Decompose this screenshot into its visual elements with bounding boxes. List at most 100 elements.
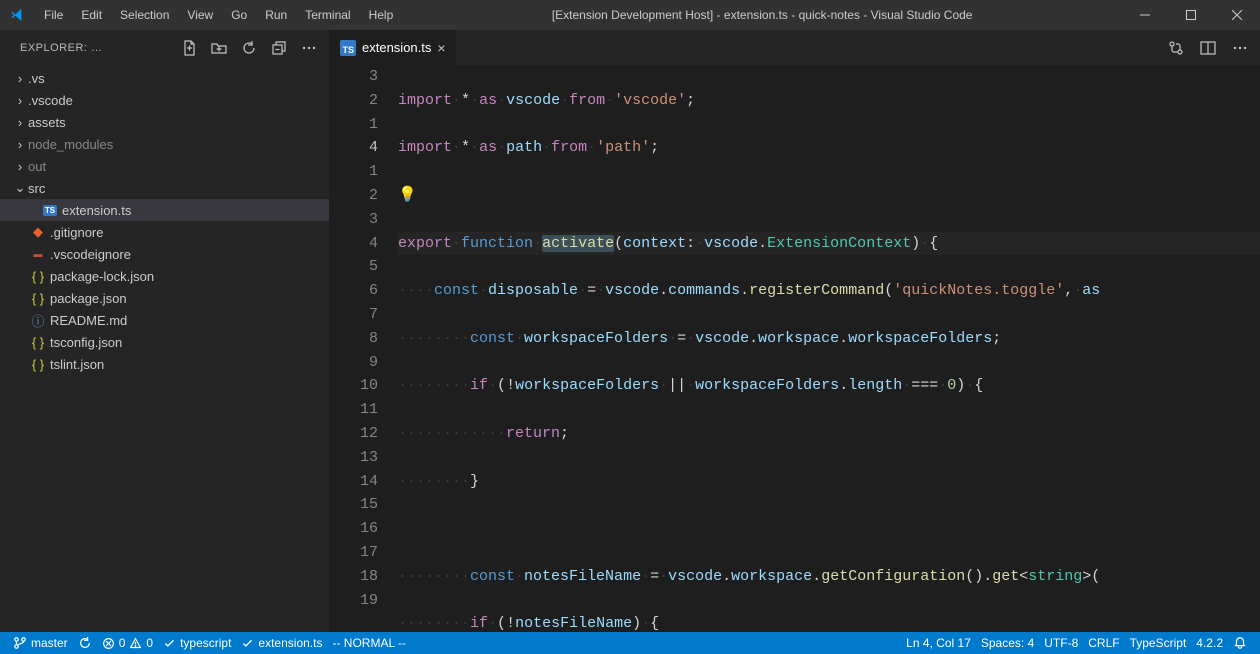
tree-item-label: assets xyxy=(28,115,66,130)
tree-item-label: src xyxy=(28,181,45,196)
menu-file[interactable]: File xyxy=(35,0,72,30)
tree-item-README-md[interactable]: ⓘREADME.md xyxy=(0,309,329,331)
chevron-icon: › xyxy=(12,159,28,174)
sb-sync[interactable] xyxy=(73,632,97,654)
sb-notifications-icon[interactable] xyxy=(1228,632,1252,654)
refresh-icon[interactable] xyxy=(241,40,257,56)
split-editor-icon[interactable] xyxy=(1200,40,1216,56)
sb-warnings: 0 xyxy=(146,636,153,650)
window-controls xyxy=(1122,0,1260,30)
json-icon: { } xyxy=(28,357,48,372)
tree-item--vs[interactable]: ›.vs xyxy=(0,67,329,89)
ignore-icon: ▬ xyxy=(28,249,48,259)
tree-item-out[interactable]: ›out xyxy=(0,155,329,177)
chevron-icon: › xyxy=(12,115,28,130)
window-title: [Extension Development Host] - extension… xyxy=(402,8,1122,22)
statusbar: master 0 0 typescript extension.ts -- NO… xyxy=(0,632,1260,654)
chevron-icon: ⌄ xyxy=(12,180,28,196)
sb-encoding[interactable]: UTF-8 xyxy=(1039,632,1083,654)
menu-bar: File Edit Selection View Go Run Terminal… xyxy=(35,0,402,30)
tree-item-extension-ts[interactable]: TSextension.ts xyxy=(0,199,329,221)
tree-item-label: package.json xyxy=(50,291,127,306)
sb-version[interactable]: 4.2.2 xyxy=(1191,632,1228,654)
tree-item-label: .gitignore xyxy=(50,225,103,240)
main-area: EXPLORER: … ›.vs›.vscode›assets› xyxy=(0,30,1260,632)
tree-item--gitignore[interactable]: ◆.gitignore xyxy=(0,221,329,243)
sb-language[interactable]: TypeScript xyxy=(1125,632,1192,654)
tree-item-tslint-json[interactable]: { }tslint.json xyxy=(0,353,329,375)
tree-item-label: tslint.json xyxy=(50,357,104,372)
sb-position[interactable]: Ln 4, Col 17 xyxy=(901,632,976,654)
tree-item-label: .vscode xyxy=(28,93,73,108)
sb-tscheck[interactable]: typescript xyxy=(158,632,236,654)
vscode-logo-icon xyxy=(0,7,35,23)
menu-help[interactable]: Help xyxy=(360,0,403,30)
editor-tabs: TS extension.ts × xyxy=(330,30,1260,65)
selected-word: activate xyxy=(542,235,614,252)
editor-area: TS extension.ts × 3214123456789101112131… xyxy=(330,30,1260,632)
tree-item-label: package-lock.json xyxy=(50,269,154,284)
more-icon[interactable] xyxy=(301,40,317,56)
sb-branch[interactable]: master xyxy=(8,632,73,654)
collapse-all-icon[interactable] xyxy=(271,40,287,56)
explorer-sidebar: EXPLORER: … ›.vs›.vscode›assets› xyxy=(0,30,330,632)
tree-item-node_modules[interactable]: ›node_modules xyxy=(0,133,329,155)
chevron-icon: › xyxy=(12,71,28,86)
explorer-header: EXPLORER: … xyxy=(0,30,329,65)
tree-item-label: .vscodeignore xyxy=(50,247,131,262)
menu-view[interactable]: View xyxy=(178,0,222,30)
git-icon: ◆ xyxy=(28,224,48,240)
line-gutter: 321412345678910111213141516171819 xyxy=(330,65,398,632)
tab-extension-ts[interactable]: TS extension.ts × xyxy=(330,30,457,65)
chevron-icon: › xyxy=(12,137,28,152)
maximize-button[interactable] xyxy=(1168,0,1214,30)
menu-selection[interactable]: Selection xyxy=(111,0,178,30)
sb-extcheck-label: extension.ts xyxy=(258,636,322,650)
tree-item-package-json[interactable]: { }package.json xyxy=(0,287,329,309)
menu-edit[interactable]: Edit xyxy=(72,0,111,30)
tree-item-label: .vs xyxy=(28,71,45,86)
compare-changes-icon[interactable] xyxy=(1168,40,1184,56)
sb-errors: 0 xyxy=(119,636,126,650)
info-icon: ⓘ xyxy=(28,311,48,330)
menu-run[interactable]: Run xyxy=(256,0,296,30)
tree-item-label: README.md xyxy=(50,313,127,328)
sb-tscheck-label: typescript xyxy=(180,636,231,650)
new-file-icon[interactable] xyxy=(181,40,197,56)
editor-actions xyxy=(1156,30,1260,65)
json-icon: { } xyxy=(28,269,48,284)
menu-terminal[interactable]: Terminal xyxy=(296,0,359,30)
tree-item-assets[interactable]: ›assets xyxy=(0,111,329,133)
chevron-icon: › xyxy=(12,93,28,108)
close-button[interactable] xyxy=(1214,0,1260,30)
tree-item--vscode[interactable]: ›.vscode xyxy=(0,89,329,111)
sb-problems[interactable]: 0 0 xyxy=(97,632,158,654)
typescript-icon: TS xyxy=(340,40,356,56)
code-content[interactable]: import·*·as·vscode·from·'vscode'; import… xyxy=(398,65,1260,632)
tree-item-package-lock-json[interactable]: { }package-lock.json xyxy=(0,265,329,287)
sb-eol[interactable]: CRLF xyxy=(1083,632,1124,654)
json-icon: { } xyxy=(28,291,48,306)
tree-item-label: out xyxy=(28,159,46,174)
minimize-button[interactable] xyxy=(1122,0,1168,30)
file-tree[interactable]: ›.vs›.vscode›assets›node_modules›out⌄src… xyxy=(0,65,329,632)
more-actions-icon[interactable] xyxy=(1232,40,1248,56)
tree-item-tsconfig-json[interactable]: { }tsconfig.json xyxy=(0,331,329,353)
lightbulb-icon[interactable]: 💡 xyxy=(398,184,417,208)
tree-item-src[interactable]: ⌄src xyxy=(0,177,329,199)
code-editor[interactable]: 321412345678910111213141516171819 import… xyxy=(330,65,1260,632)
json-icon: { } xyxy=(28,335,48,350)
new-folder-icon[interactable] xyxy=(211,40,227,56)
tab-close-icon[interactable]: × xyxy=(437,40,445,56)
sb-extcheck[interactable]: extension.ts xyxy=(236,632,327,654)
sb-vim-mode: -- NORMAL -- xyxy=(327,632,411,654)
typescript-icon: TS xyxy=(40,205,60,216)
tree-item--vscodeignore[interactable]: ▬.vscodeignore xyxy=(0,243,329,265)
tab-label: extension.ts xyxy=(362,40,431,55)
tree-item-label: extension.ts xyxy=(62,203,131,218)
explorer-label: EXPLORER: … xyxy=(20,42,181,54)
tree-item-label: node_modules xyxy=(28,137,113,152)
titlebar: File Edit Selection View Go Run Terminal… xyxy=(0,0,1260,30)
sb-spaces[interactable]: Spaces: 4 xyxy=(976,632,1039,654)
menu-go[interactable]: Go xyxy=(222,0,256,30)
